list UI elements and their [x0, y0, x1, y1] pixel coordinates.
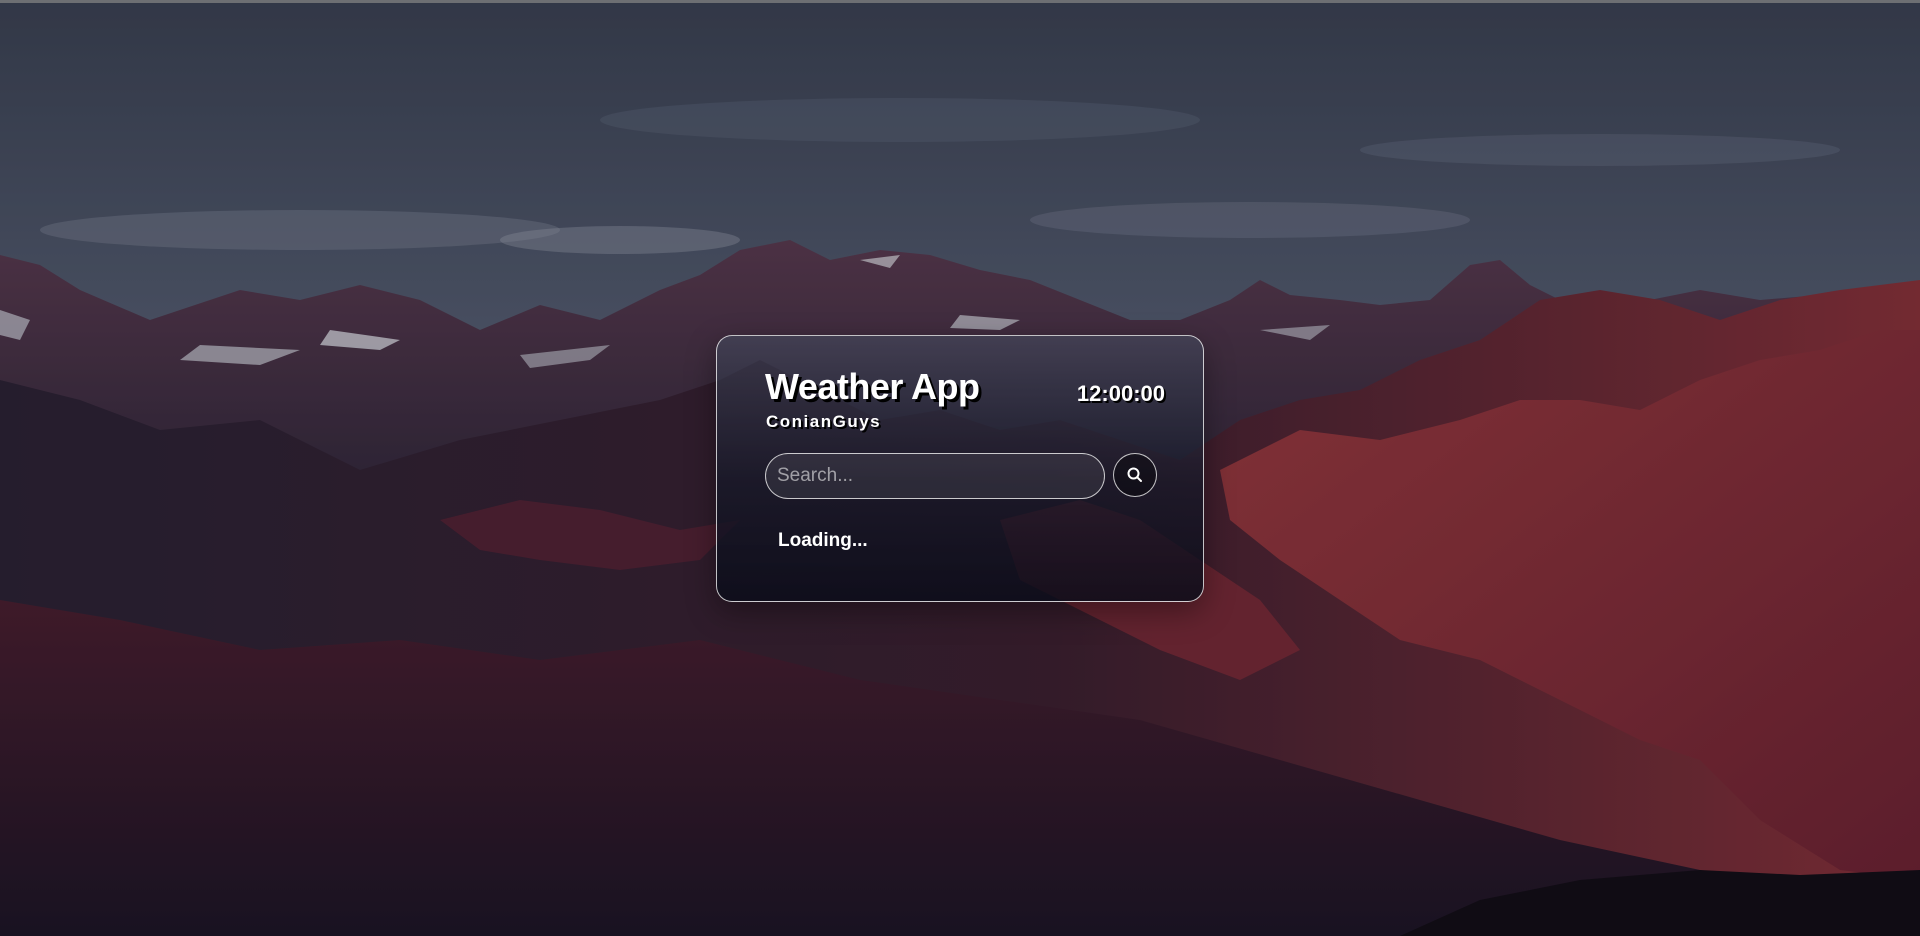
search-input[interactable] [765, 453, 1105, 499]
search-icon [1127, 467, 1142, 482]
app-title: Weather App [765, 366, 980, 407]
loading-status: Loading... [778, 530, 868, 551]
search-button[interactable] [1113, 453, 1157, 497]
search-row [765, 453, 1157, 499]
card-header: Weather App ConianGuys 12:00:00 [765, 366, 1165, 431]
weather-card: Weather App ConianGuys 12:00:00 Loading.… [716, 335, 1204, 602]
clock-display: 12:00:00 [1076, 381, 1165, 406]
window-top-border [0, 0, 1920, 3]
app-subtitle: ConianGuys [766, 412, 882, 431]
